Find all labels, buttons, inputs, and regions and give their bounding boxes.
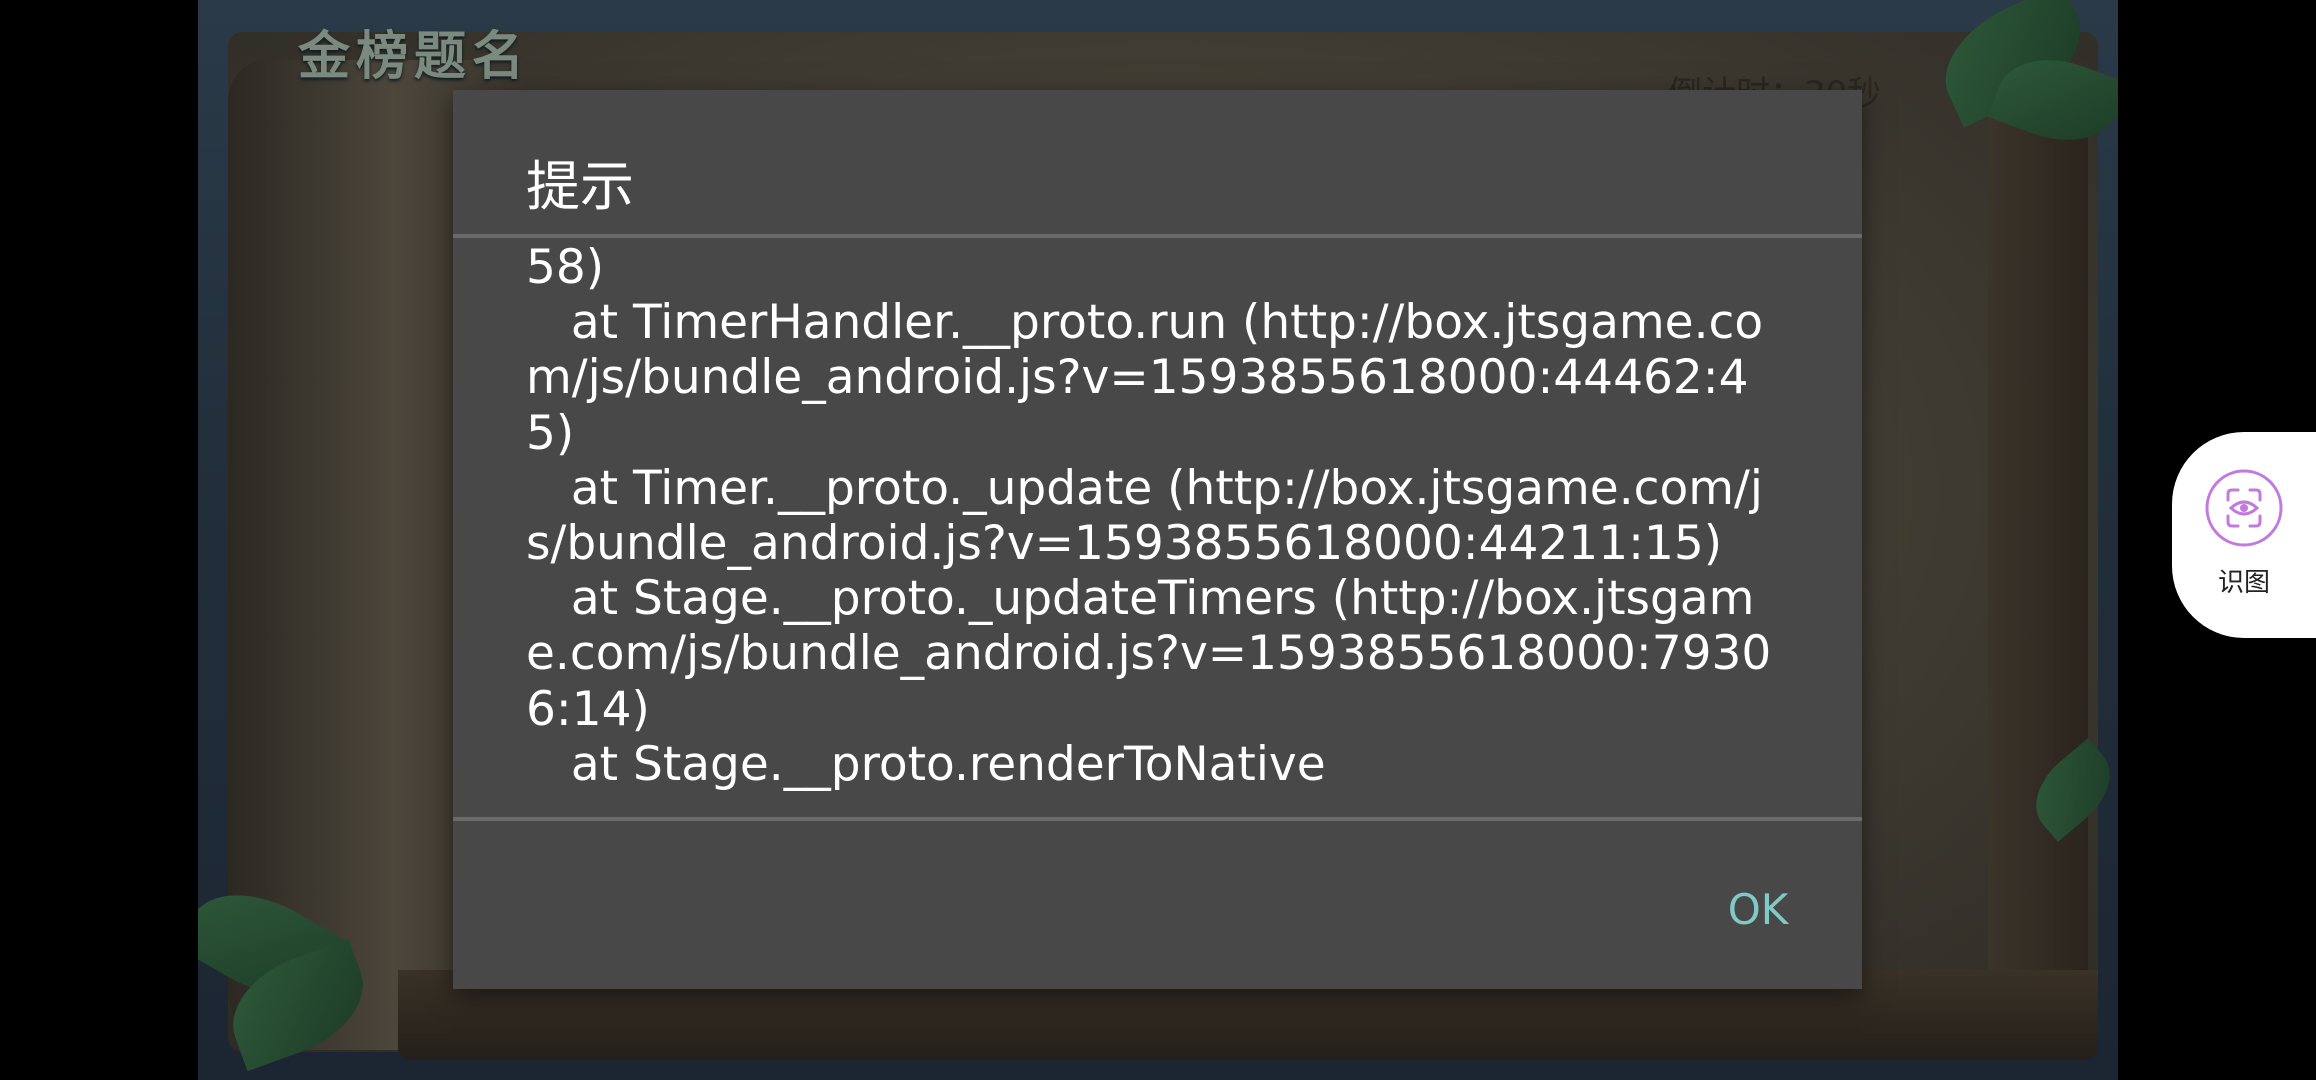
game-title: 金榜题名 <box>298 26 531 87</box>
screen: 金榜题名 倒计时：30秒 提示 58) at TimerHandler.__pr… <box>0 0 2316 1080</box>
scroll-right-frame <box>1988 100 2088 1060</box>
ok-button[interactable]: OK <box>1683 870 1833 950</box>
dialog-title: 提示 <box>526 155 634 218</box>
image-recognition-button[interactable]: 识图 <box>2172 432 2316 638</box>
message-scroll-area[interactable]: 58) at TimerHandler.__proto.run (http://… <box>453 238 1862 908</box>
alert-dialog: 提示 58) at TimerHandler.__proto.run (http… <box>453 90 1862 989</box>
scan-eye-icon <box>2205 469 2283 547</box>
divider <box>453 817 1862 821</box>
error-message: 58) at TimerHandler.__proto.run (http://… <box>526 240 1772 792</box>
side-button-label: 识图 <box>2217 568 2270 598</box>
